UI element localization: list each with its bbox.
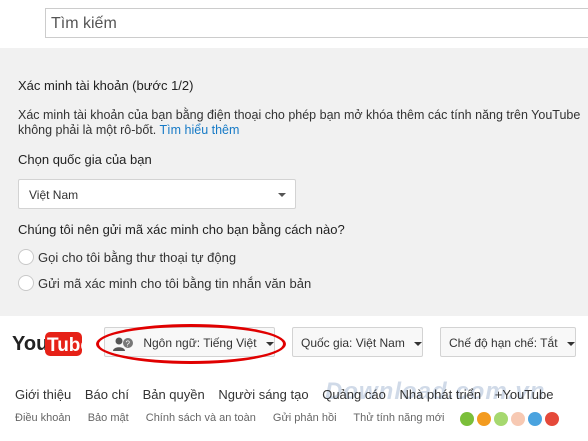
restricted-mode-button[interactable]: Chế độ hạn chế: Tắt xyxy=(440,327,576,357)
method-label: Chúng tôi nên gửi mã xác minh cho bạn bằ… xyxy=(18,222,345,237)
description-line2-text: không phải là một rô-bốt. xyxy=(18,123,157,137)
restricted-mode-label: Chế độ hạn chế: Tắt xyxy=(449,336,558,350)
chevron-down-icon xyxy=(414,341,423,346)
language-button-label: Ngôn ngữ: Tiếng Việt xyxy=(143,336,257,350)
footer-link[interactable]: Gửi phản hồi xyxy=(273,412,337,424)
footer-link[interactable]: Quảng cáo xyxy=(322,387,386,402)
footer-link[interactable]: Giới thiệu xyxy=(15,387,71,402)
footer-primary-links: Giới thiệu Báo chí Bản quyền Người sáng … xyxy=(15,387,563,402)
footer-link[interactable]: Thử tính năng mới xyxy=(353,412,444,424)
chevron-down-icon xyxy=(566,341,575,346)
chevron-down-icon xyxy=(278,193,286,197)
footer-link[interactable]: +YouTube xyxy=(495,387,554,402)
radio-label: Gửi mã xác minh cho tôi bằng tin nhắn vă… xyxy=(38,276,312,291)
footer-link[interactable]: Chính sách và an toàn xyxy=(146,412,256,424)
learn-more-link[interactable]: Tìm hiểu thêm xyxy=(160,123,240,137)
verification-panel: Xác minh tài khoản (bước 1/2) Xác minh t… xyxy=(0,48,588,316)
footer-link[interactable]: Điều khoản xyxy=(15,412,71,424)
language-icon: ? xyxy=(113,337,133,351)
radio-label: Gọi cho tôi bằng thư thoại tự động xyxy=(38,250,237,265)
country-button-label: Quốc gia: Việt Nam xyxy=(301,336,405,350)
watermark-dots xyxy=(460,412,562,431)
country-select-value: Việt Nam xyxy=(29,188,79,202)
description-line2: không phải là một rô-bốt. Tìm hiểu thêm xyxy=(18,123,588,138)
top-bar: Tìm kiếm xyxy=(0,0,588,48)
radio-button[interactable] xyxy=(18,275,34,291)
footer-link[interactable]: Bản quyền xyxy=(143,387,205,402)
country-select[interactable]: Việt Nam xyxy=(18,179,296,209)
search-input[interactable]: Tìm kiếm xyxy=(45,8,588,38)
watermark-dot xyxy=(545,412,559,426)
footer-link[interactable]: Nhà phát triển xyxy=(399,387,481,402)
svg-text:?: ? xyxy=(126,339,131,348)
verification-description: Xác minh tài khoản của bạn bằng điện tho… xyxy=(18,108,588,138)
radio-button[interactable] xyxy=(18,249,34,265)
country-button[interactable]: Quốc gia: Việt Nam xyxy=(292,327,423,357)
logo-you-text: You xyxy=(12,333,48,355)
country-label: Chọn quốc gia của bạn xyxy=(18,152,152,167)
language-button[interactable]: ? Ngôn ngữ: Tiếng Việt xyxy=(104,327,275,357)
footer-secondary-links: Điều khoản Bảo mật Chính sách và an toàn… xyxy=(15,412,458,424)
page-title: Xác minh tài khoản (bước 1/2) xyxy=(18,78,194,93)
footer-link[interactable]: Báo chí xyxy=(85,387,129,402)
chevron-down-icon xyxy=(265,341,274,346)
footer: You Tube ? Ngôn ngữ: Tiếng Việt Quốc gia… xyxy=(0,316,588,441)
watermark-dot xyxy=(511,412,525,426)
watermark-dot xyxy=(477,412,491,426)
description-line1: Xác minh tài khoản của bạn bằng điện tho… xyxy=(18,108,581,122)
youtube-logo[interactable]: You Tube xyxy=(12,330,82,358)
footer-link[interactable]: Bảo mật xyxy=(88,412,129,424)
watermark-dot xyxy=(528,412,542,426)
watermark-dot xyxy=(494,412,508,426)
logo-tube-text: Tube xyxy=(47,335,82,356)
footer-link[interactable]: Người sáng tạo xyxy=(218,387,308,402)
watermark-dot xyxy=(460,412,474,426)
